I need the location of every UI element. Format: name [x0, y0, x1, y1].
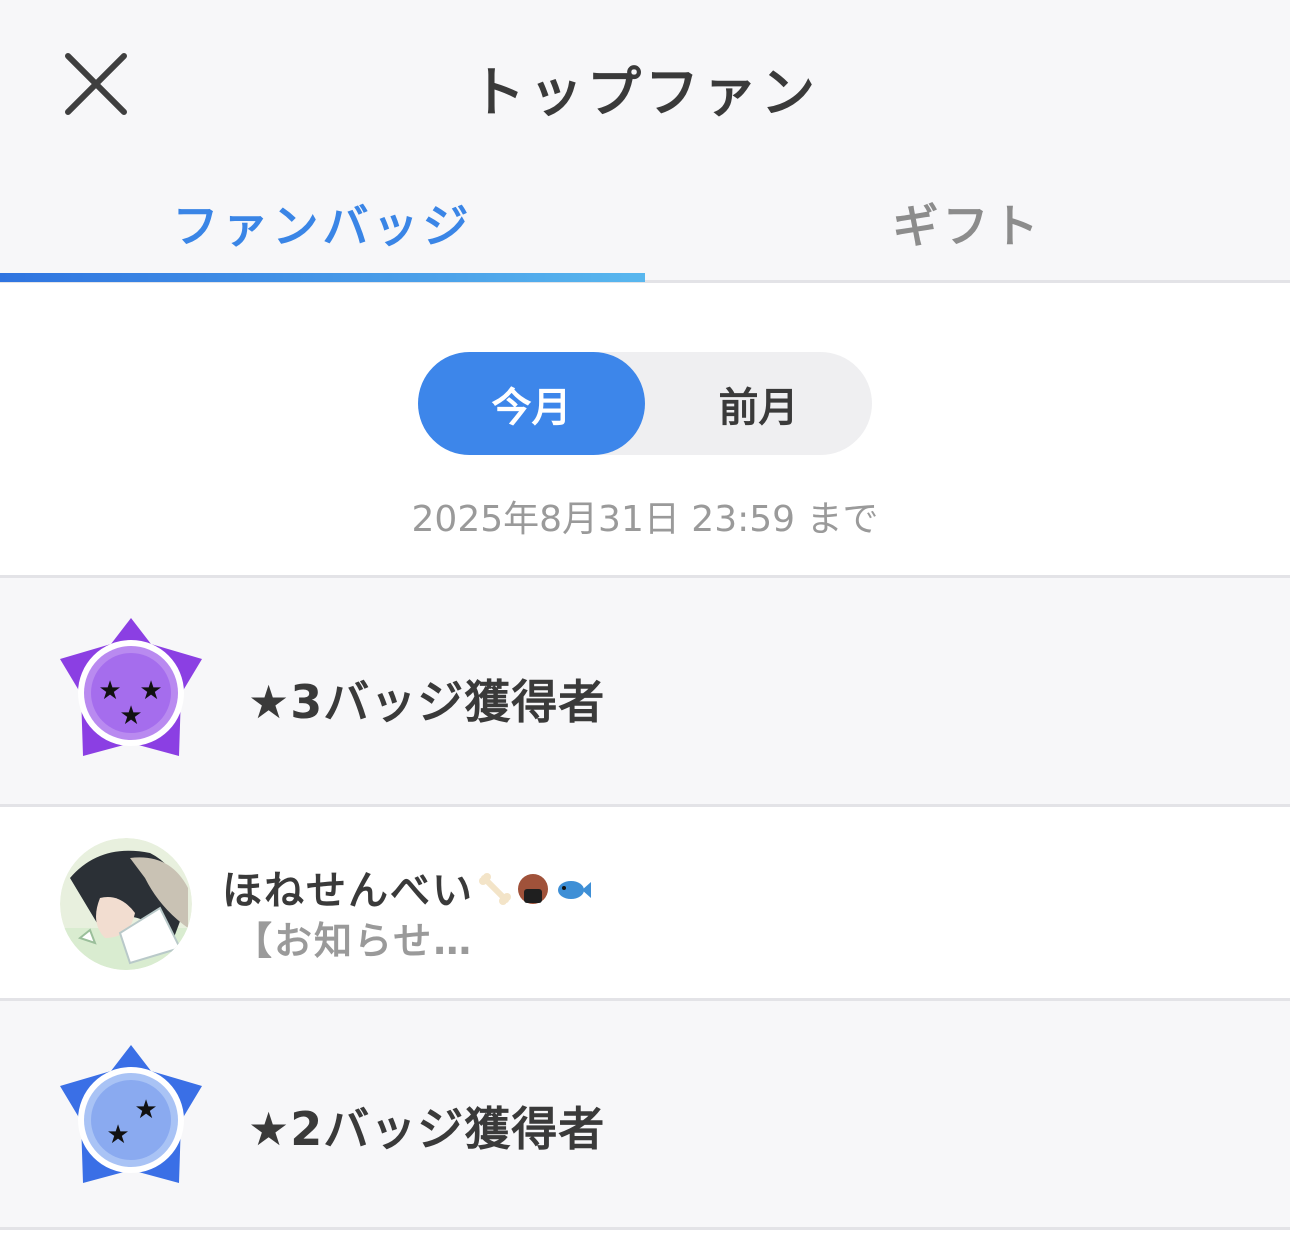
svg-text:★: ★	[106, 1120, 129, 1150]
user-subtitle: 【お知らせ…	[234, 919, 474, 963]
top-fans-screen: トップファン ファンバッジ ギフト 今月 前月 2025年8月31日 23:59…	[0, 0, 1290, 1245]
rice-cracker-icon	[516, 870, 550, 916]
user-name-text: ほねせんべい	[222, 868, 474, 914]
purple-star-badge-icon: ★ ★ ★	[60, 618, 202, 756]
tab-gift[interactable]: ギフト	[645, 165, 1290, 280]
period-toggle: 今月 前月	[418, 352, 872, 455]
fish-icon	[554, 870, 592, 916]
svg-text:★: ★	[134, 1095, 157, 1125]
svg-text:★: ★	[98, 676, 121, 706]
svg-text:★: ★	[139, 676, 162, 706]
tab-fan-badge[interactable]: ファンバッジ	[0, 165, 645, 280]
user-name: ほねせんべい	[222, 858, 592, 916]
last-month-button[interactable]: 前月	[645, 352, 872, 455]
svg-text:★: ★	[119, 701, 142, 731]
badge-section-label: ★2バッジ獲得者	[248, 1102, 606, 1156]
active-tab-indicator	[0, 273, 645, 282]
blue-star-badge-icon: ★ ★	[60, 1045, 202, 1183]
badge-section-3-star: ★ ★ ★ ★3バッジ獲得者	[0, 575, 1290, 807]
this-month-button[interactable]: 今月	[418, 352, 645, 455]
list-item-fan[interactable]: ほねせんべい	[0, 808, 1290, 1000]
badge-section-2-star: ★ ★ ★2バッジ獲得者	[0, 998, 1290, 1230]
page-title: トップファン	[471, 61, 819, 124]
bone-icon	[478, 870, 512, 916]
badge-section-label: ★3バッジ獲得者	[248, 675, 606, 729]
deadline-text: 2025年8月31日 23:59 まで	[411, 499, 879, 540]
tab-bar: ファンバッジ ギフト	[0, 165, 1290, 283]
header: トップファン	[0, 0, 1290, 165]
avatar	[60, 838, 192, 970]
